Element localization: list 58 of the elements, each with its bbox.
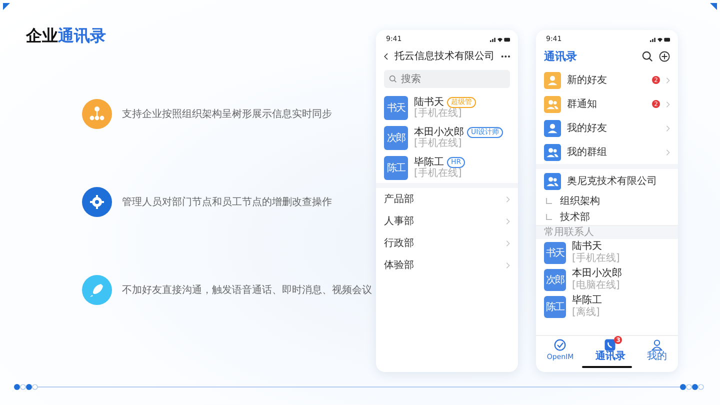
contact-name: 陆书天 [572, 241, 603, 252]
online-status: [手机在线] [414, 108, 463, 120]
corner-triangle-icon [3, 3, 10, 10]
department-row[interactable]: 产品部 [376, 188, 518, 210]
chevron-icon [506, 262, 510, 268]
tab-bar-item[interactable]: 我的 [647, 339, 668, 363]
contacts-entry-row[interactable]: 我的好友 [536, 116, 678, 140]
person-icon [651, 339, 664, 351]
contact-name: 毕陈工 [572, 295, 602, 306]
corner-triangle-icon [710, 3, 717, 10]
online-status: [离线] [572, 306, 601, 318]
avatar-square: 次郎 [384, 126, 408, 150]
online-status: [手机在线] [572, 252, 620, 264]
chevron-icon [666, 100, 670, 108]
avatar-square: 陈工 [384, 156, 408, 180]
more-icon[interactable] [500, 54, 510, 58]
section-header: 常用联系人 [536, 226, 678, 239]
contact-name: 本田小次郎 [572, 268, 622, 280]
search-icon[interactable] [642, 50, 653, 62]
phone-book-icon [604, 339, 616, 351]
group-icon [544, 172, 561, 190]
online-status: [手机在线] [414, 168, 463, 180]
slide-title: 企业通讯录 [26, 26, 107, 47]
home-indicator [582, 366, 632, 368]
search-icon [389, 75, 397, 83]
online-status: [手机在线] [414, 138, 463, 150]
department-row[interactable]: 人事部 [376, 210, 518, 232]
avatar-square: 陈工 [544, 296, 566, 318]
chevron-icon [666, 76, 670, 84]
screen-title: 通讯录 [544, 48, 578, 64]
screen-title: 托云信息技术有限公司 [394, 50, 495, 63]
avatar-square: 书天 [544, 242, 566, 264]
chevron-icon [506, 240, 510, 246]
member-name: 陆书天 [414, 96, 444, 108]
search-field[interactable]: 搜索 [384, 70, 510, 88]
chevron-icon [666, 148, 670, 156]
online-status: [电脑在线] [572, 280, 621, 291]
feature-description: 管理人员对部门节点和员工节点的增删改查操作 [122, 196, 332, 209]
feature-description: 不加好友直接沟通，触发语音通话、即时消息、视频会议 [122, 284, 372, 297]
check-circle-icon [554, 339, 566, 351]
avatar-square: 书天 [384, 96, 408, 120]
back-icon[interactable] [384, 52, 389, 60]
department-row[interactable]: 体验部 [376, 254, 518, 276]
status-icons [650, 36, 670, 42]
department-tree-row[interactable]: 技术部 [536, 209, 678, 225]
department-tree-row[interactable]: 组织架构 [536, 193, 678, 209]
member-name: 本田小次郎 [414, 126, 464, 138]
contacts-entry-row[interactable]: 我的群组 [536, 140, 678, 164]
organization-row[interactable]: 奥尼克技术有限公司 [536, 169, 678, 193]
add-icon[interactable] [659, 50, 670, 62]
status-icons [490, 36, 510, 42]
department-row[interactable]: 行政部 [376, 232, 518, 254]
chevron-icon [506, 196, 510, 202]
avatar-square: 次郎 [544, 268, 566, 290]
chevron-icon [506, 218, 510, 224]
feature-description: 支持企业按照组织架构呈树形展示信息实时同步 [122, 108, 332, 121]
chevron-icon [666, 124, 670, 132]
member-name: 毕陈工 [414, 156, 444, 168]
